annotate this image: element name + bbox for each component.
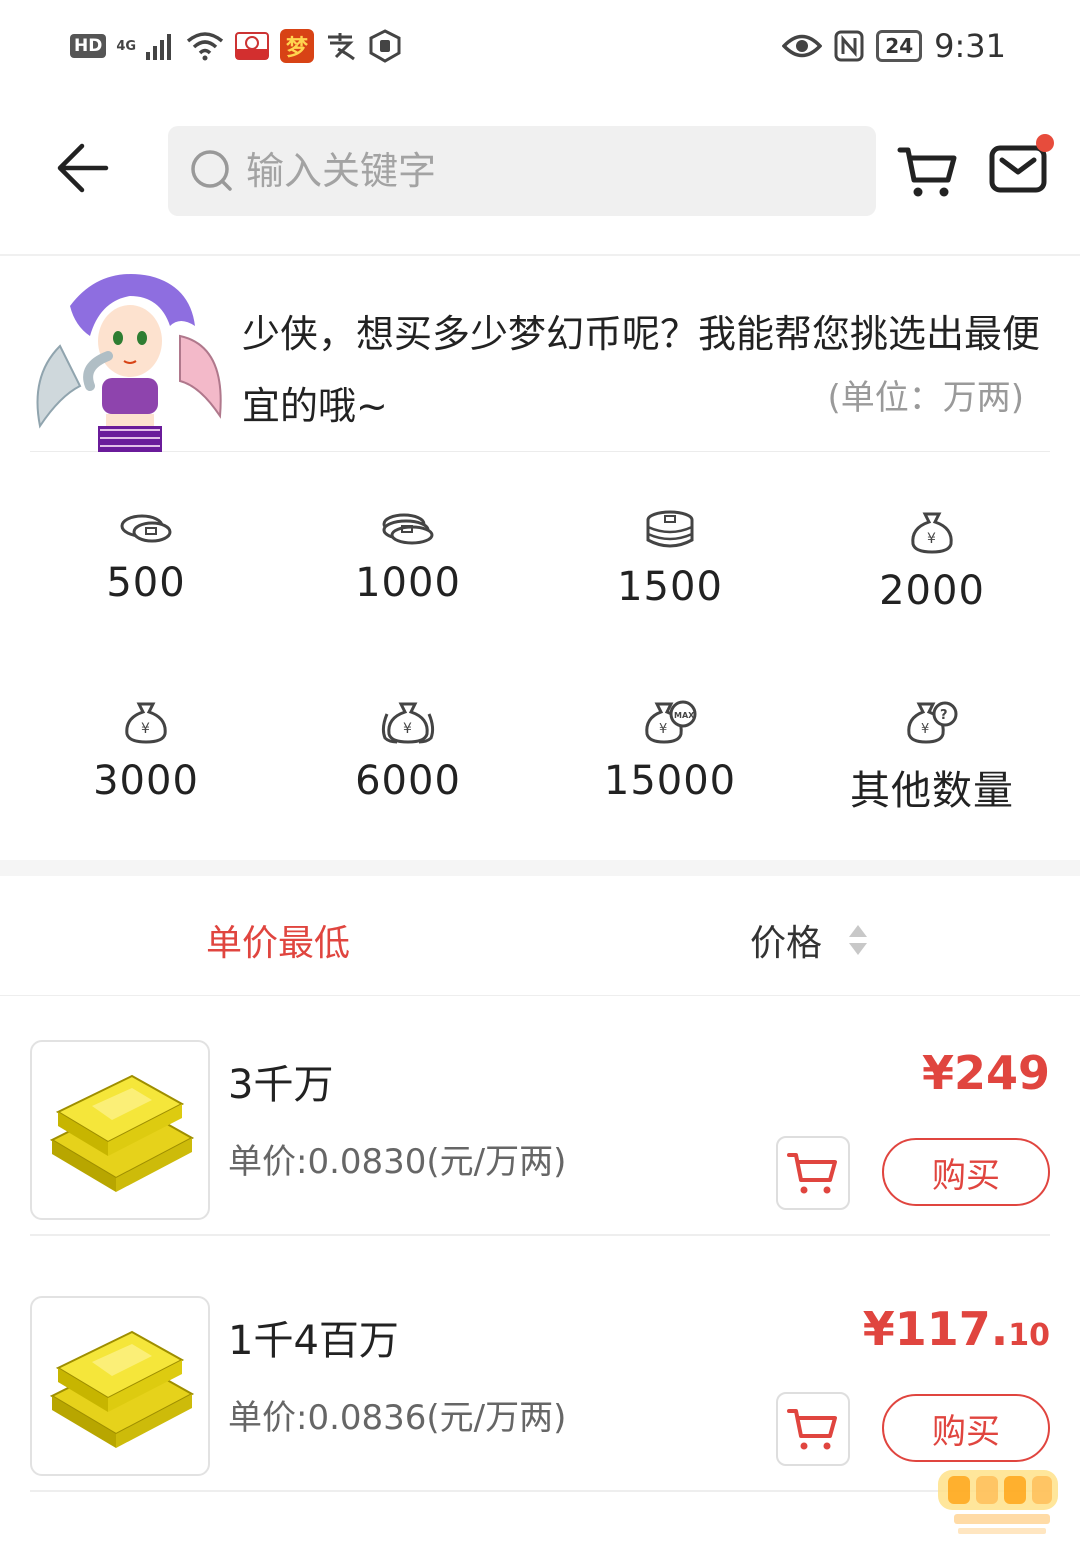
amount-option-15000[interactable]: ¥ MAX 15000 — [539, 680, 801, 820]
amount-label: 2000 — [879, 568, 985, 614]
hand-shield-icon — [369, 29, 401, 63]
cart-icon — [787, 1153, 837, 1194]
sort-lowest-unit-price-tab[interactable]: 单价最低 — [206, 914, 350, 966]
price-main: ¥117. — [862, 1302, 1009, 1356]
svg-text:¥: ¥ — [659, 722, 667, 737]
product-item[interactable]: 3千万 单价:0.0830(元/万两) ¥249 购买 — [30, 1026, 1050, 1236]
back-arrow-icon — [57, 143, 109, 193]
money-bag-max-icon: ¥ MAX — [645, 700, 697, 744]
status-right: 24 9:31 — [782, 26, 1006, 66]
header — [0, 110, 1080, 230]
character-avatar — [36, 274, 222, 452]
amount-label: 其他数量 — [850, 768, 1014, 814]
money-bag-icon: ¥ — [911, 512, 953, 554]
unit-note: (单位：万两) — [827, 378, 1024, 418]
money-bags-icon: ¥ — [381, 702, 435, 744]
money-bag-icon: ¥ — [125, 702, 167, 744]
status-bar: HD 4G 梦 24 9:31 — [0, 0, 1080, 90]
wifi-icon — [186, 32, 224, 61]
svg-text:¥: ¥ — [921, 722, 929, 737]
network-type: 4G — [116, 38, 137, 54]
red-envelope-app-icon — [235, 32, 270, 60]
sort-bar: 单价最低 价格 — [0, 876, 1080, 996]
status-left: HD 4G 梦 — [70, 28, 402, 64]
amount-label: 1500 — [617, 564, 723, 610]
sort-price-label: 价格 — [750, 923, 823, 964]
forum-watermark-logo — [938, 1470, 1058, 1534]
svg-text:?: ? — [940, 708, 948, 723]
clock: 9:31 — [934, 27, 1006, 65]
svg-text:¥: ¥ — [141, 721, 150, 737]
sort-price-tab[interactable]: 价格 — [750, 914, 868, 966]
product-unit-price: 单价:0.0830(元/万两) — [228, 1142, 567, 1182]
search-icon — [191, 150, 232, 191]
svg-text:¥: ¥ — [403, 721, 412, 737]
game-app-icon: 梦 — [280, 29, 315, 63]
cart-icon — [897, 147, 957, 197]
amount-option-500[interactable]: 500 — [15, 490, 277, 630]
back-button[interactable] — [56, 140, 112, 196]
svg-text:MAX: MAX — [674, 711, 695, 720]
amount-grid: 500 1000 1500 ¥ 2000 ¥ 3000 ¥ 6000 ¥ MAX… — [15, 490, 1065, 830]
header-divider — [0, 254, 1080, 256]
battery-indicator: 24 — [876, 30, 923, 62]
intro-section: 少侠，想买多少梦幻币呢？我能帮您挑选出最便宜的哦~ (单位：万两) — [30, 258, 1050, 452]
section-gap — [0, 860, 1080, 876]
search-bar[interactable] — [168, 126, 876, 216]
product-price: ¥249 — [922, 1046, 1050, 1100]
cart-icon — [787, 1409, 837, 1450]
gold-bars-image — [30, 1040, 210, 1220]
amount-option-1500[interactable]: 1500 — [539, 490, 801, 630]
search-input[interactable] — [246, 149, 846, 193]
signal-icon — [146, 34, 172, 60]
add-to-cart-button[interactable] — [776, 1136, 850, 1210]
cart-button[interactable] — [896, 144, 960, 200]
amount-option-3000[interactable]: ¥ 3000 — [15, 680, 277, 820]
amount-label: 6000 — [355, 758, 461, 804]
product-name: 3千万 — [228, 1062, 334, 1108]
buy-button[interactable]: 购买 — [882, 1138, 1050, 1206]
product-name: 1千4百万 — [228, 1318, 399, 1364]
coins-medium-icon — [382, 513, 434, 545]
money-bag-question-icon: ¥ ? — [907, 701, 958, 744]
amount-label: 1000 — [355, 560, 461, 606]
amount-option-2000[interactable]: ¥ 2000 — [801, 490, 1063, 630]
product-item[interactable]: 1千4百万 单价:0.0836(元/万两) ¥117.10 购买 — [30, 1282, 1050, 1492]
unread-dot — [1036, 134, 1054, 152]
amount-option-6000[interactable]: ¥ 6000 — [277, 680, 539, 820]
eye-comfort-icon — [782, 34, 823, 58]
product-price: ¥117.10 — [863, 1302, 1050, 1356]
amount-label: 500 — [106, 560, 186, 606]
alipay-icon — [328, 33, 355, 61]
amount-label: 15000 — [603, 758, 737, 804]
price-main: ¥249 — [921, 1046, 1050, 1100]
buy-button[interactable]: 购买 — [882, 1394, 1050, 1462]
hd-indicator: HD — [70, 34, 107, 58]
message-button[interactable] — [988, 134, 1054, 200]
svg-text:¥: ¥ — [927, 531, 936, 547]
product-unit-price: 单价:0.0836(元/万两) — [228, 1398, 567, 1438]
nfc-icon — [834, 30, 864, 62]
coins-stack-icon — [646, 510, 694, 548]
amount-label: 3000 — [93, 758, 199, 804]
add-to-cart-button[interactable] — [776, 1392, 850, 1466]
amount-option-other[interactable]: ¥ ? 其他数量 — [801, 680, 1063, 820]
amount-option-1000[interactable]: 1000 — [277, 490, 539, 630]
sort-arrows-icon — [848, 924, 868, 956]
price-decimal: 10 — [1008, 1318, 1050, 1353]
gold-bars-image — [30, 1296, 210, 1476]
coins-small-icon — [120, 514, 172, 543]
